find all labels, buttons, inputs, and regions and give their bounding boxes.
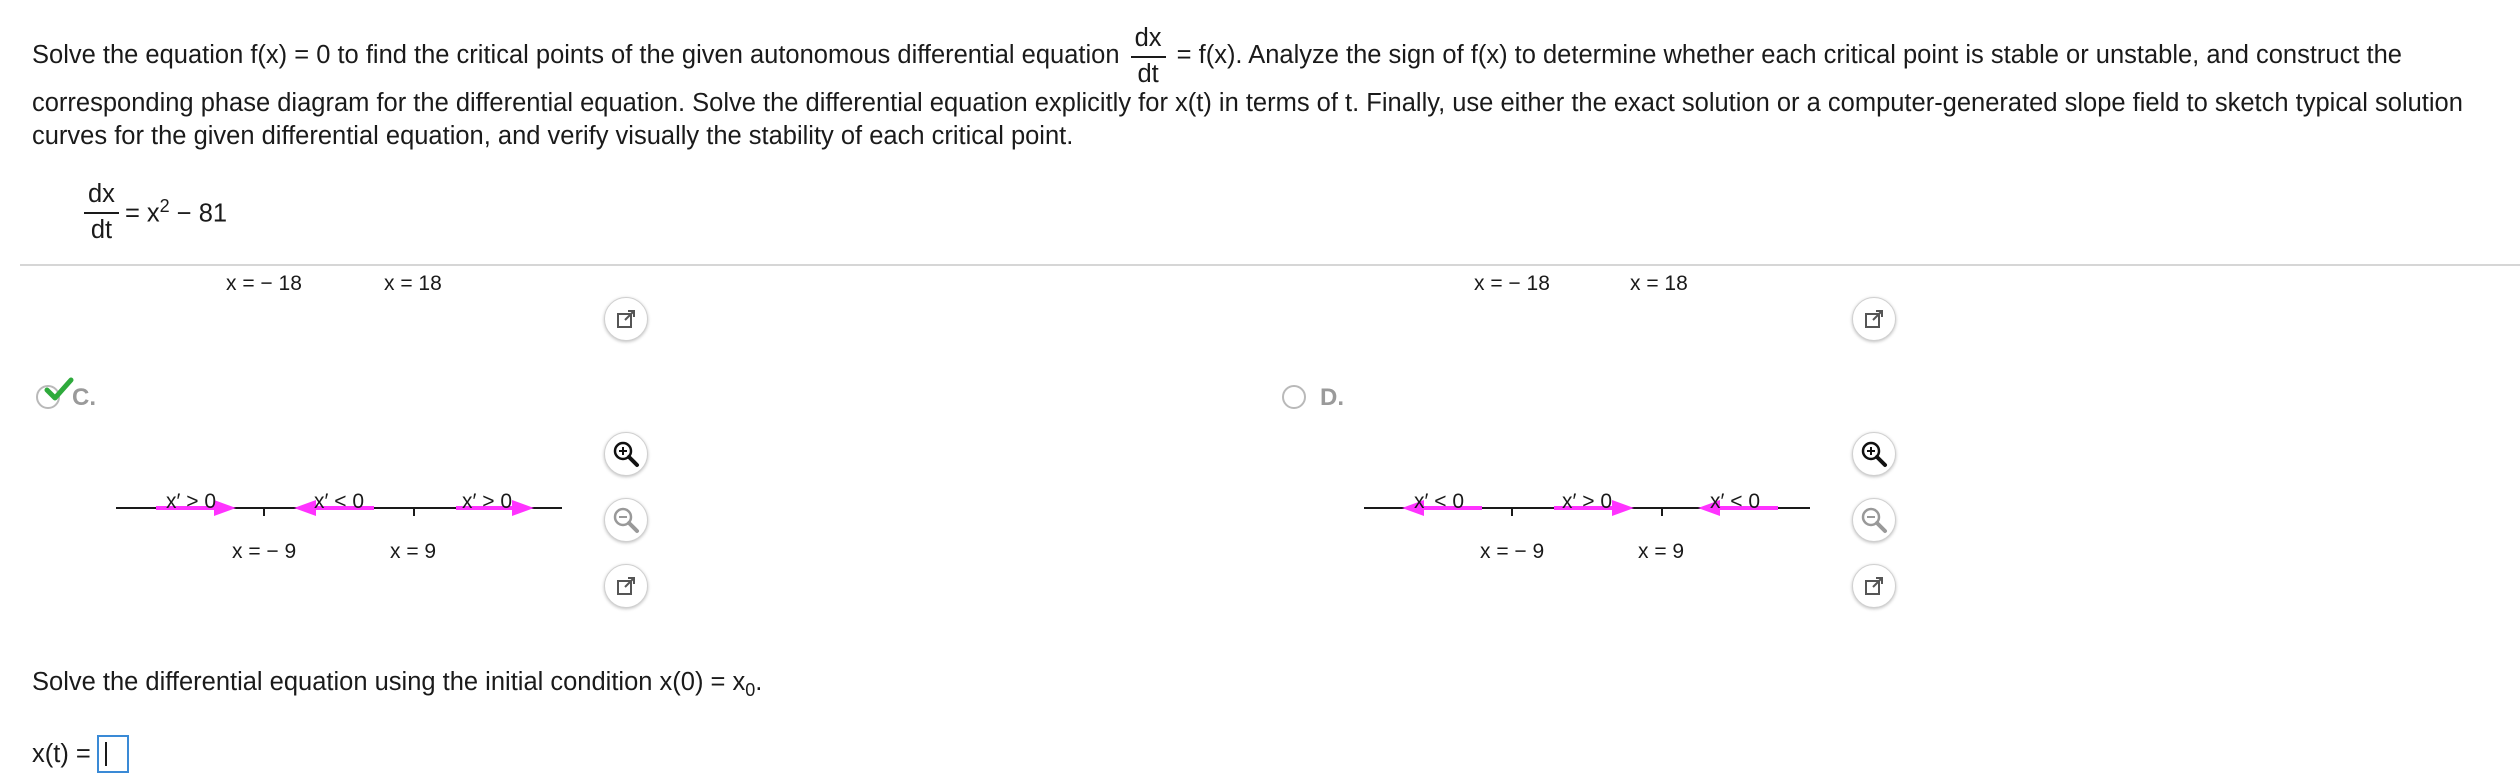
equation-fraction: dx dt bbox=[84, 181, 119, 244]
option-d-region-label: x′ > 0 bbox=[1562, 490, 1613, 513]
option-d-zoom-out-button[interactable] bbox=[1852, 498, 1896, 542]
option-c-zoom-in-button[interactable] bbox=[604, 432, 648, 476]
followup-subscript: 0 bbox=[745, 680, 756, 701]
option-c-tick-label: x = 9 bbox=[390, 540, 437, 563]
zoom-in-icon bbox=[613, 441, 639, 467]
option-d-region-label: x′ < 0 bbox=[1414, 490, 1465, 513]
option-d-letter: D. bbox=[1320, 384, 1344, 411]
equation-rhs-base: = x bbox=[124, 199, 160, 228]
answer-choices-scroll-area[interactable]: x = − 18 x = 18 x = − 18 x = 18 C. x′ > … bbox=[0, 266, 2520, 616]
answer-row: x(t) = bbox=[32, 735, 129, 773]
option-d-zoom-in-button[interactable] bbox=[1852, 432, 1896, 476]
option-c-popout-button[interactable] bbox=[604, 564, 648, 608]
followup-end: . bbox=[755, 668, 763, 696]
option-b-popout-button[interactable] bbox=[1852, 297, 1896, 341]
equation-numerator: dx bbox=[84, 181, 119, 214]
popout-icon bbox=[1865, 577, 1883, 595]
option-c-letter: C. bbox=[72, 384, 96, 411]
popout-icon bbox=[617, 577, 635, 595]
equation-rhs: = x2 − 81 bbox=[125, 196, 227, 229]
problem-statement: Solve the equation f(x) = 0 to find the … bbox=[32, 25, 2512, 153]
option-c-tick-label: x = − 9 bbox=[232, 540, 297, 563]
text-caret bbox=[104, 742, 107, 766]
option-c-zoom-out-button[interactable] bbox=[604, 498, 648, 542]
given-equation: dx dt = x2 − 81 bbox=[84, 181, 227, 244]
followup-question: Solve the differential equation using th… bbox=[32, 668, 762, 701]
option-d-region-label: x′ < 0 bbox=[1710, 490, 1761, 513]
popout-icon bbox=[617, 310, 635, 328]
zoom-out-icon bbox=[613, 507, 639, 533]
option-c-region-label: x′ > 0 bbox=[166, 490, 217, 513]
zoom-in-icon bbox=[1861, 441, 1887, 467]
followup-text: Solve the differential equation using th… bbox=[32, 668, 746, 696]
option-c-region-label: x′ < 0 bbox=[314, 490, 365, 513]
equation-exponent: 2 bbox=[159, 196, 170, 217]
dxdt-fraction: dx dt bbox=[1130, 25, 1166, 88]
option-c-region-label: x′ > 0 bbox=[462, 490, 513, 513]
option-b-tick-label: x = − 18 bbox=[1474, 272, 1550, 295]
fraction-denominator: dt bbox=[1137, 59, 1159, 88]
option-d-tick-label: x = 9 bbox=[1638, 540, 1685, 563]
popout-icon bbox=[1865, 310, 1883, 328]
option-a-popout-button[interactable] bbox=[604, 297, 648, 341]
answer-label: x(t) = bbox=[32, 739, 91, 768]
option-b-tick-label: x = 18 bbox=[1630, 272, 1688, 295]
option-a-tick-label: x = − 18 bbox=[226, 272, 302, 295]
option-d-tick-label: x = − 9 bbox=[1480, 540, 1545, 563]
fraction-numerator: dx bbox=[1130, 25, 1166, 58]
option-d-radio[interactable] bbox=[1282, 385, 1306, 409]
equation-denominator: dt bbox=[90, 215, 113, 244]
problem-text-1: Solve the equation f(x) = 0 to find the … bbox=[32, 41, 1120, 70]
check-icon bbox=[44, 377, 74, 401]
answer-input[interactable] bbox=[96, 735, 129, 773]
option-d-popout-button[interactable] bbox=[1852, 564, 1896, 608]
zoom-out-icon bbox=[1861, 507, 1887, 533]
option-a-tick-label: x = 18 bbox=[384, 272, 442, 295]
equation-rhs-constant: − 81 bbox=[169, 199, 228, 228]
